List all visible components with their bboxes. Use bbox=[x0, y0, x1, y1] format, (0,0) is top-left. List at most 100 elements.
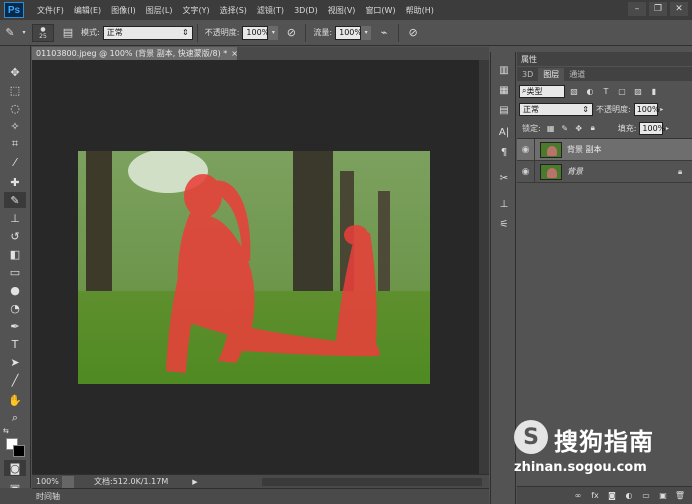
tool-presets-icon[interactable]: ✂ bbox=[496, 170, 512, 186]
timeline-panel-tab[interactable]: 时间轴 bbox=[32, 488, 489, 504]
lock-pixels-icon[interactable]: ✎ bbox=[558, 122, 572, 135]
link-layers-icon[interactable]: ∞ bbox=[572, 490, 584, 502]
lock-transparency-icon[interactable]: ▦ bbox=[544, 122, 558, 135]
airbrush-icon[interactable]: ⌁ bbox=[374, 24, 394, 42]
filter-shape-icon[interactable]: ▢ bbox=[615, 85, 629, 98]
layer-filter-select[interactable]: ⌕ 类型 bbox=[519, 84, 565, 98]
brush-panel-toggle-icon[interactable]: ▤ bbox=[58, 24, 78, 42]
filter-smart-object-icon[interactable]: ▨ bbox=[631, 85, 645, 98]
clone-source-icon[interactable]: ⊥ bbox=[496, 196, 512, 212]
clone-stamp-tool-icon[interactable]: ⊥ bbox=[4, 210, 26, 226]
tab-channels[interactable]: 通道 bbox=[564, 68, 590, 81]
minimize-button[interactable]: – bbox=[628, 2, 646, 16]
status-menu-arrow-icon[interactable]: ▶ bbox=[192, 478, 197, 486]
blur-tool-icon[interactable]: ● bbox=[4, 282, 26, 298]
opacity-dropdown-icon[interactable]: ▾ bbox=[268, 25, 279, 40]
eyedropper-tool-icon[interactable]: ⁄ bbox=[4, 154, 26, 170]
vertical-scrollbar[interactable] bbox=[479, 60, 489, 474]
lasso-tool-icon[interactable]: ◌ bbox=[4, 100, 26, 116]
filter-pixel-icon[interactable]: ▧ bbox=[567, 85, 581, 98]
photo-canvas[interactable] bbox=[78, 151, 430, 384]
layer-opacity-field[interactable]: 100% bbox=[633, 102, 660, 116]
menu-file[interactable]: 文件(F) bbox=[32, 5, 69, 16]
line-tool-icon[interactable]: ╱ bbox=[4, 372, 26, 388]
menu-layer[interactable]: 图层(L) bbox=[141, 5, 178, 16]
fill-dropdown-icon[interactable]: ▸ bbox=[663, 122, 671, 135]
layer-row[interactable]: ◉ 背景 副本 bbox=[517, 138, 692, 161]
brush-tool-icon[interactable]: ✎ bbox=[0, 24, 20, 42]
layer-filter-value: 类型 bbox=[526, 86, 543, 96]
new-layer-icon[interactable]: ▣ bbox=[657, 490, 669, 502]
menu-view[interactable]: 视图(V) bbox=[323, 5, 361, 16]
menu-filter[interactable]: 滤镜(T) bbox=[252, 5, 289, 16]
background-color-swatch[interactable] bbox=[13, 445, 25, 457]
close-button[interactable]: ✕ bbox=[670, 2, 688, 16]
layer-style-icon[interactable]: fx bbox=[589, 490, 601, 502]
new-group-icon[interactable]: ▭ bbox=[640, 490, 652, 502]
visibility-eye-icon[interactable]: ◉ bbox=[517, 138, 535, 161]
flow-dropdown-icon[interactable]: ▾ bbox=[361, 25, 372, 40]
path-selection-tool-icon[interactable]: ➤ bbox=[4, 354, 26, 370]
menu-image[interactable]: 图像(I) bbox=[106, 5, 141, 16]
character-panel-icon[interactable]: A| bbox=[496, 124, 512, 140]
paragraph-panel-icon[interactable]: ¶ bbox=[496, 144, 512, 160]
brush-presets-icon[interactable]: ⚟ bbox=[496, 216, 512, 232]
properties-panel-icon[interactable]: ▦ bbox=[496, 82, 512, 98]
menu-type[interactable]: 文字(Y) bbox=[177, 5, 214, 16]
menu-3d[interactable]: 3D(D) bbox=[289, 6, 323, 15]
eraser-tool-icon[interactable]: ◧ bbox=[4, 246, 26, 262]
mode-select[interactable]: 正常 ⇕ bbox=[102, 25, 193, 40]
tab-3d[interactable]: 3D bbox=[517, 68, 538, 81]
lock-position-icon[interactable]: ✥ bbox=[572, 122, 586, 135]
horizontal-scrollbar[interactable] bbox=[262, 478, 482, 486]
visibility-eye-icon[interactable]: ◉ bbox=[517, 160, 535, 183]
pressure-size-icon[interactable]: ⊘ bbox=[403, 24, 423, 42]
canvas-area[interactable] bbox=[32, 60, 489, 474]
zoom-tool-icon[interactable]: ⌕ bbox=[4, 410, 26, 426]
pressure-opacity-icon[interactable]: ⊘ bbox=[281, 24, 301, 42]
status-info-icon[interactable] bbox=[62, 475, 74, 488]
filter-adjustment-icon[interactable]: ◐ bbox=[583, 85, 597, 98]
filter-type-icon[interactable]: T bbox=[599, 85, 613, 98]
document-tab[interactable]: 01103800.jpeg @ 100% (背景 副本, 快速蒙版/8) * × bbox=[32, 47, 237, 60]
layer-name: 背景 bbox=[567, 167, 583, 176]
filter-toggle-icon[interactable]: ▮ bbox=[647, 85, 661, 98]
menu-window[interactable]: 窗口(W) bbox=[360, 5, 400, 16]
quick-mask-icon[interactable]: ◙ bbox=[4, 460, 26, 476]
type-tool-icon[interactable]: T bbox=[4, 336, 26, 352]
swap-colors-icon[interactable]: ⇆ bbox=[3, 426, 25, 436]
move-tool-icon[interactable]: ✥ bbox=[4, 64, 26, 80]
layer-opacity-dropdown-icon[interactable]: ▸ bbox=[658, 103, 666, 116]
marquee-tool-icon[interactable]: ⬚ bbox=[4, 82, 26, 98]
tab-layers[interactable]: 图层 bbox=[538, 68, 565, 81]
blend-mode-select[interactable]: 正常 ⇕ bbox=[519, 102, 593, 116]
add-mask-icon[interactable]: ◙ bbox=[606, 490, 618, 502]
healing-brush-tool-icon[interactable]: ✚ bbox=[4, 174, 26, 190]
pen-tool-icon[interactable]: ✒ bbox=[4, 318, 26, 334]
fill-field[interactable]: 100% bbox=[639, 121, 665, 135]
dodge-tool-icon[interactable]: ◔ bbox=[4, 300, 26, 316]
magic-wand-tool-icon[interactable]: ✧ bbox=[4, 118, 26, 134]
brush-preset-picker[interactable]: ● 25 bbox=[32, 23, 54, 42]
zoom-field[interactable]: 100% bbox=[32, 476, 62, 488]
hand-tool-icon[interactable]: ✋ bbox=[4, 392, 26, 408]
restore-button[interactable]: ❐ bbox=[649, 2, 667, 16]
crop-tool-icon[interactable]: ⌗ bbox=[4, 136, 26, 152]
lock-all-icon[interactable]: 🔒︎ bbox=[586, 122, 600, 135]
delete-layer-icon[interactable]: 🗑︎ bbox=[674, 490, 686, 502]
layer-row[interactable]: ◉ 背景 🔒︎ bbox=[517, 160, 692, 183]
adjustment-layer-icon[interactable]: ◐ bbox=[623, 490, 635, 502]
properties-tab[interactable]: 属性 bbox=[517, 52, 692, 66]
tool-preset-dropdown-icon[interactable]: ▾ bbox=[20, 24, 28, 42]
history-panel-icon[interactable]: ▥ bbox=[496, 62, 512, 78]
history-brush-tool-icon[interactable]: ↺ bbox=[4, 228, 26, 244]
menu-help[interactable]: 帮助(H) bbox=[401, 5, 439, 16]
gradient-tool-icon[interactable]: ▭ bbox=[4, 264, 26, 280]
adjustments-panel-icon[interactable]: ▤ bbox=[496, 102, 512, 118]
menu-select[interactable]: 选择(S) bbox=[215, 5, 252, 16]
opacity-field[interactable]: 100% bbox=[242, 25, 269, 40]
brush-tool-icon[interactable]: ✎ bbox=[4, 192, 26, 208]
menu-edit[interactable]: 编辑(E) bbox=[69, 5, 106, 16]
flow-field[interactable]: 100% bbox=[335, 25, 362, 40]
select-arrows-icon: ⇕ bbox=[182, 28, 189, 37]
